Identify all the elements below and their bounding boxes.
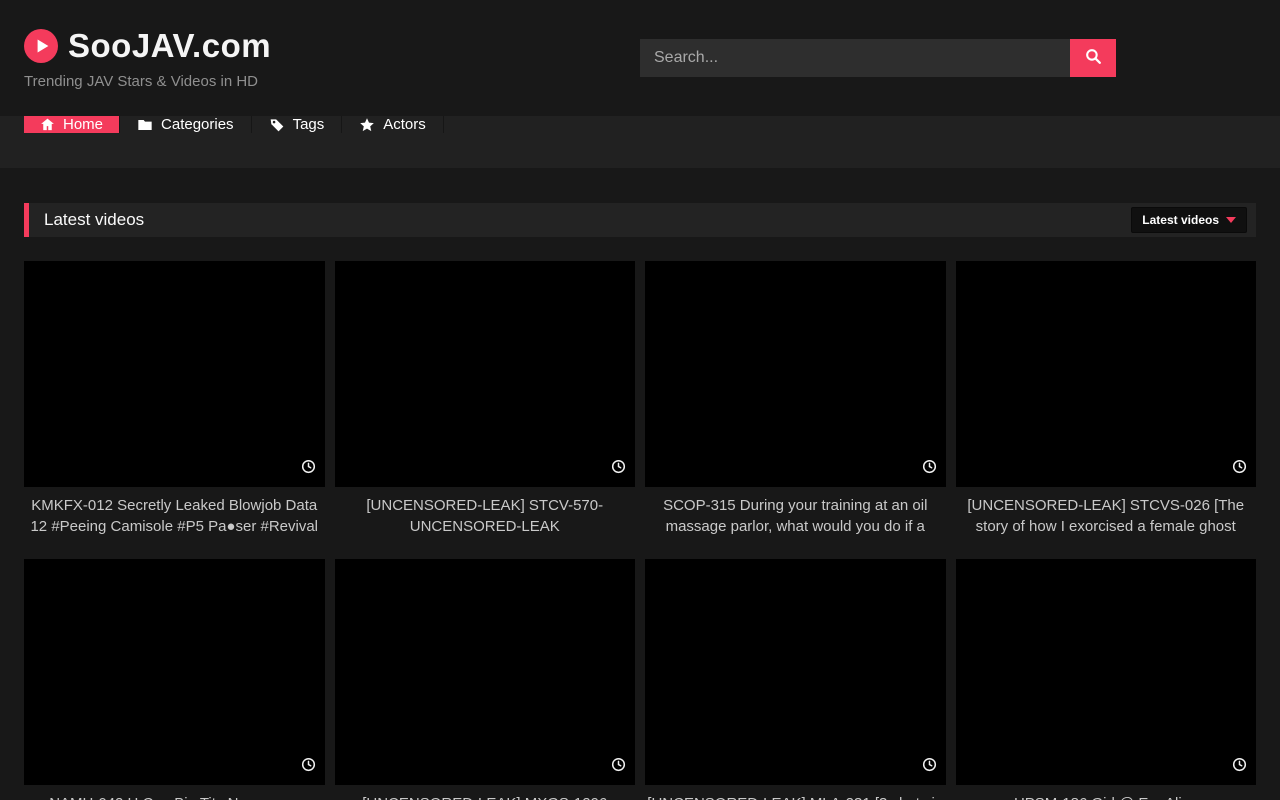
- tag-icon: [269, 117, 285, 133]
- video-title[interactable]: HPSM-186 Girl @ Era Alice: [956, 794, 1257, 800]
- search-input[interactable]: [640, 39, 1070, 77]
- main-nav: Home Categories Tags: [0, 116, 1280, 168]
- folder-icon: [137, 117, 153, 133]
- sort-dropdown-label: Latest videos: [1142, 213, 1219, 227]
- video-card: KMKFX-012 Secretly Leaked Blowjob Data 1…: [24, 261, 325, 537]
- clock-icon: [1232, 757, 1247, 777]
- video-thumbnail[interactable]: [335, 261, 636, 487]
- nav-item-home[interactable]: Home: [24, 116, 120, 133]
- clock-icon: [1232, 459, 1247, 479]
- video-card: SCOP-315 During your training at an oil …: [645, 261, 946, 537]
- video-thumbnail[interactable]: [335, 559, 636, 785]
- search-form: [640, 39, 1116, 77]
- video-card: [UNCENSORED-LEAK] STCVS-026 [The story o…: [956, 261, 1257, 537]
- clock-icon: [922, 459, 937, 479]
- video-card: [UNCENSORED-LEAK] STCV-570-UNCENSORED-LE…: [335, 261, 636, 537]
- play-circle-icon: [24, 29, 58, 63]
- nav-item-label: Actors: [383, 116, 426, 133]
- video-grid: KMKFX-012 Secretly Leaked Blowjob Data 1…: [24, 261, 1256, 800]
- search-button[interactable]: [1070, 39, 1116, 77]
- video-title[interactable]: NAMH-042 H Cup Big Tits Newcomer (170cm …: [24, 794, 325, 800]
- section-header-latest-videos: Latest videos Latest videos: [24, 203, 1256, 237]
- nav-item-label: Categories: [161, 116, 234, 133]
- video-card: [UNCENSORED-LEAK] MLA-231 [3 shots in: [645, 559, 946, 800]
- site-name: SooJAV.com: [68, 27, 271, 65]
- site-header: SooJAV.com Trending JAV Stars & Videos i…: [0, 0, 1280, 116]
- star-icon: [359, 117, 375, 133]
- video-card: HPSM-186 Girl @ Era Alice: [956, 559, 1257, 800]
- nav-item-label: Home: [63, 116, 103, 133]
- video-title[interactable]: KMKFX-012 Secretly Leaked Blowjob Data 1…: [24, 496, 325, 537]
- video-thumbnail[interactable]: [24, 261, 325, 487]
- video-card: [UNCENSORED-LEAK] MXGS-1296 Absolutely: [335, 559, 636, 800]
- clock-icon: [301, 757, 316, 777]
- video-thumbnail[interactable]: [956, 261, 1257, 487]
- caret-down-icon: [1226, 217, 1236, 223]
- video-thumbnail[interactable]: [24, 559, 325, 785]
- nav-item-actors[interactable]: Actors: [342, 116, 444, 133]
- nav-item-label: Tags: [293, 116, 325, 133]
- site-logo[interactable]: SooJAV.com: [24, 27, 271, 65]
- video-title[interactable]: [UNCENSORED-LEAK] MLA-231 [3 shots in: [645, 794, 946, 800]
- clock-icon: [611, 757, 626, 777]
- video-thumbnail[interactable]: [645, 559, 946, 785]
- search-icon: [1084, 47, 1103, 69]
- sort-dropdown-button[interactable]: Latest videos: [1131, 207, 1247, 233]
- video-title[interactable]: [UNCENSORED-LEAK] MXGS-1296 Absolutely: [335, 794, 636, 800]
- video-thumbnail[interactable]: [645, 261, 946, 487]
- nav-item-categories[interactable]: Categories: [120, 116, 252, 133]
- home-icon: [40, 117, 55, 132]
- section-title: Latest videos: [44, 210, 144, 230]
- site-tagline: Trending JAV Stars & Videos in HD: [24, 73, 271, 90]
- nav-item-tags[interactable]: Tags: [252, 116, 343, 133]
- clock-icon: [611, 459, 626, 479]
- video-title[interactable]: [UNCENSORED-LEAK] STCV-570-UNCENSORED-LE…: [335, 496, 636, 537]
- video-title[interactable]: SCOP-315 During your training at an oil …: [645, 496, 946, 537]
- video-thumbnail[interactable]: [956, 559, 1257, 785]
- video-title[interactable]: [UNCENSORED-LEAK] STCVS-026 [The story o…: [956, 496, 1257, 537]
- video-card: NAMH-042 H Cup Big Tits Newcomer (170cm …: [24, 559, 325, 800]
- clock-icon: [922, 757, 937, 777]
- clock-icon: [301, 459, 316, 479]
